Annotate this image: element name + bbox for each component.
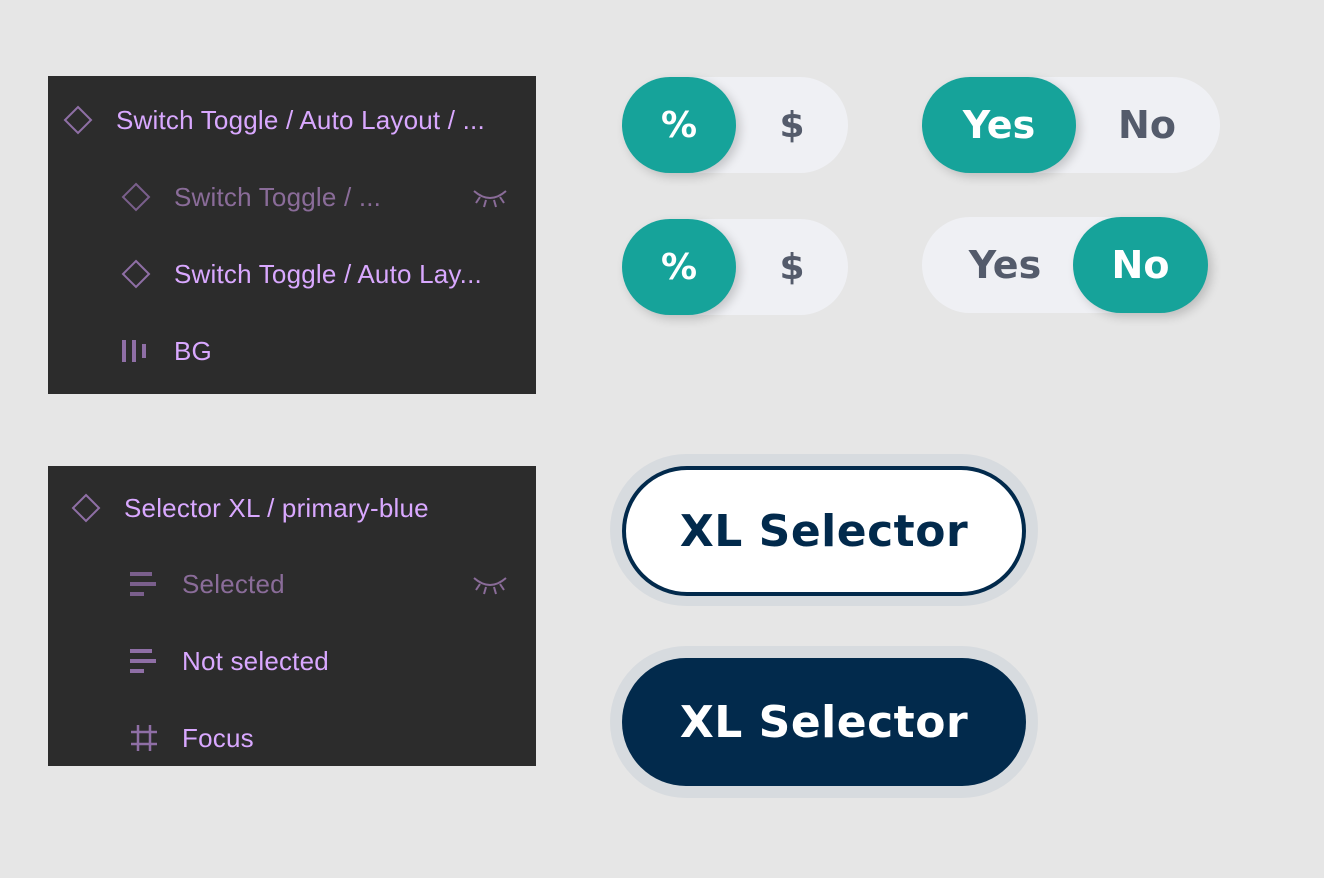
toggle-option-no[interactable]: No	[1074, 77, 1220, 173]
percent-dollar-toggle[interactable]: $ %	[622, 219, 848, 315]
layer-label: Switch Toggle / Auto Layout / ...	[116, 104, 485, 135]
frame-hash-icon	[128, 722, 160, 754]
layer-label: Selector XL / primary-blue	[124, 492, 429, 523]
xl-selector-selected[interactable]: XL Selector	[622, 658, 1026, 786]
text-align-left-icon	[128, 645, 160, 677]
layers-panel-selector: Selector XL / primary-blue Selected Not …	[48, 466, 536, 766]
component-diamond-icon	[120, 181, 152, 213]
layer-label: BG	[174, 335, 212, 366]
toggle-option-percent-selected[interactable]: %	[622, 219, 736, 315]
xl-selector-not-selected[interactable]: XL Selector	[622, 466, 1026, 596]
eye-closed-icon[interactable]	[472, 185, 508, 209]
layer-row-selector-xl[interactable]: Selector XL / primary-blue	[70, 488, 536, 528]
layer-row-bg[interactable]: BG	[120, 331, 536, 371]
layer-row-selected-hidden[interactable]: Selected	[128, 564, 536, 604]
toggle-option-yes-selected[interactable]: Yes	[922, 77, 1076, 173]
component-diamond-icon	[62, 104, 94, 136]
eye-closed-icon[interactable]	[472, 572, 508, 596]
layer-label: Selected	[182, 568, 285, 599]
yes-no-toggle[interactable]: Yes No	[922, 217, 1208, 313]
layer-label: Not selected	[182, 645, 329, 676]
component-diamond-icon	[120, 258, 152, 290]
layer-row-switch-toggle-root[interactable]: Switch Toggle / Auto Layout / ...	[62, 100, 536, 140]
layer-row-not-selected[interactable]: Not selected	[128, 641, 536, 681]
auto-layout-bars-icon	[120, 335, 152, 367]
component-diamond-icon	[70, 492, 102, 524]
layer-label: Switch Toggle / ...	[174, 181, 382, 212]
toggle-option-dollar[interactable]: $	[736, 219, 848, 315]
toggle-option-percent-selected[interactable]: %	[622, 77, 736, 173]
yes-no-toggle[interactable]: No Yes	[922, 77, 1220, 173]
text-align-left-icon	[128, 568, 160, 600]
toggle-option-yes[interactable]: Yes	[932, 217, 1078, 313]
layer-label: Focus	[182, 722, 254, 753]
percent-dollar-toggle[interactable]: $ %	[622, 77, 848, 173]
layer-row-focus[interactable]: Focus	[128, 718, 536, 758]
toggle-option-dollar[interactable]: $	[736, 77, 848, 173]
layer-row-switch-toggle-auto-layout[interactable]: Switch Toggle / Auto Lay...	[120, 254, 536, 294]
toggle-option-no-selected[interactable]: No	[1073, 217, 1208, 313]
layer-label: Switch Toggle / Auto Lay...	[174, 258, 482, 289]
layer-row-switch-toggle-hidden[interactable]: Switch Toggle / ...	[120, 177, 536, 217]
layers-panel-switch-toggle: Switch Toggle / Auto Layout / ... Switch…	[48, 76, 536, 394]
